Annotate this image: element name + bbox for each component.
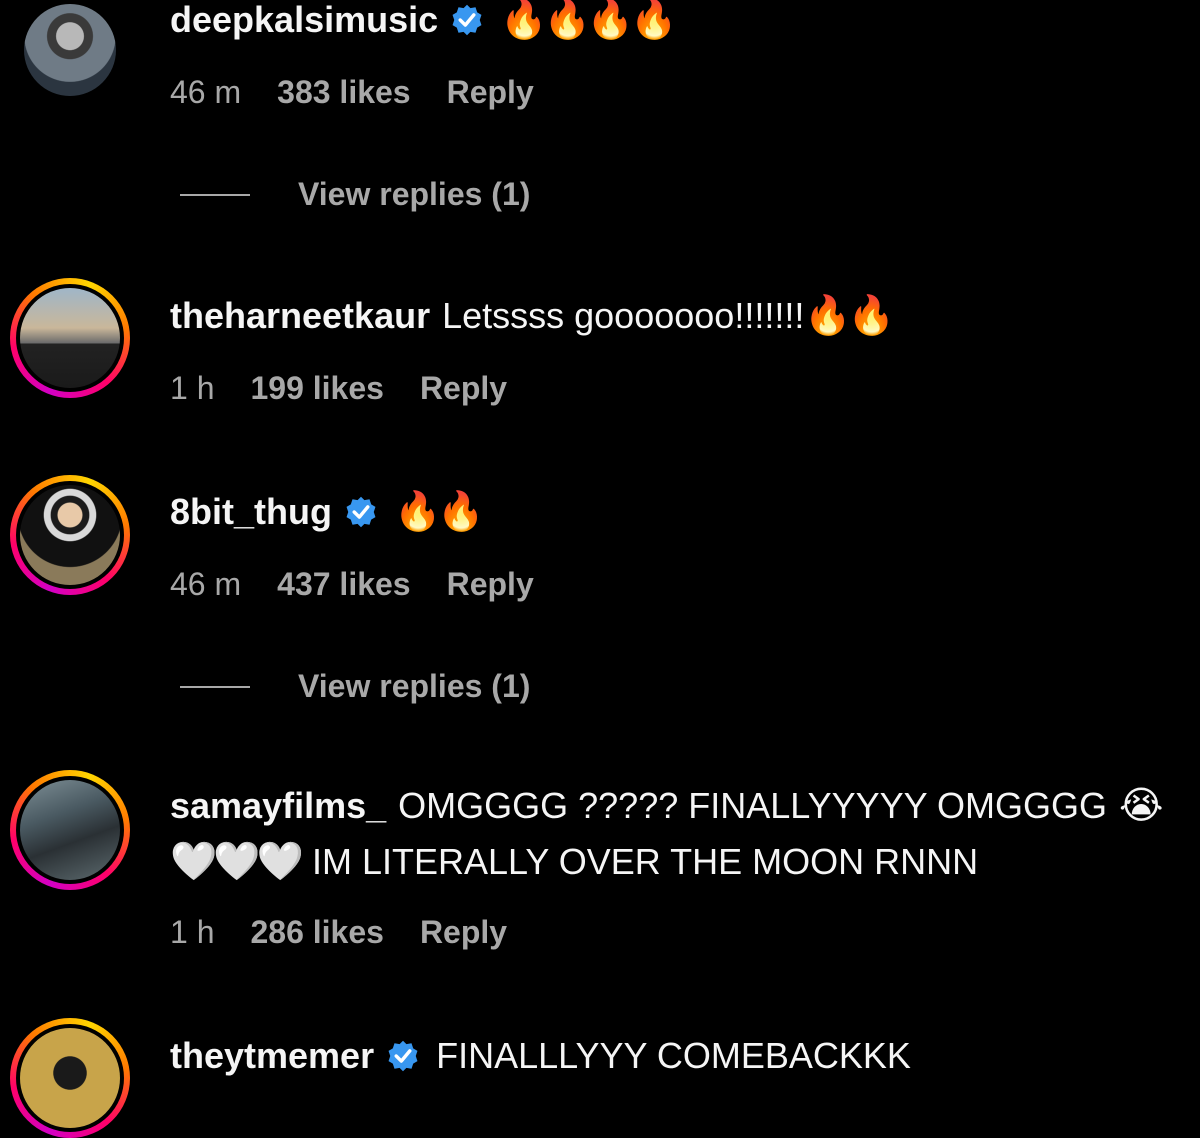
white-heart-emoji-icon: 🤍🤍🤍 [170,841,304,883]
likes-count[interactable]: 199 likes [250,370,383,407]
verified-badge-icon [346,496,376,528]
comment-time: 1 h [170,370,215,406]
view-replies-label: View replies (1) [298,176,531,212]
comment-username[interactable]: deepkalsimusic [170,0,438,42]
comment-text: OMGGGG ????? FINALLYYYYY OMGGGG [398,785,1108,826]
verified-badge-icon [388,1040,418,1072]
comment-username[interactable]: samayfilms_ [170,784,386,828]
view-replies-label: View replies (1) [298,668,531,704]
comment-time: 46 m [170,74,242,110]
likes-count[interactable]: 286 likes [250,914,383,951]
reply-button[interactable]: Reply [420,914,507,951]
comment-time: 46 m [170,566,242,602]
comment-username[interactable]: theharneetkaur [170,294,430,338]
likes-count[interactable]: 437 likes [277,566,410,603]
reply-button[interactable]: Reply [420,370,507,407]
view-replies-button[interactable]: View replies (1) [180,668,530,705]
comment-text: FINALLLYYY COMEBACKKK [436,1035,911,1076]
fire-emoji-icon: 🔥🔥 [804,295,895,337]
fire-emoji-icon: 🔥🔥 [393,491,485,533]
divider-line [180,193,250,196]
reply-button[interactable]: Reply [447,74,534,111]
comment-text-continued: IM LITERALLY OVER THE MOON RNNN [311,841,979,882]
comment-time: 1 h [170,914,215,950]
reply-button[interactable]: Reply [447,566,534,603]
avatar[interactable] [10,770,130,890]
comment-username[interactable]: theytmemer [170,1034,374,1078]
view-replies-button[interactable]: View replies (1) [180,176,530,213]
likes-count[interactable]: 383 likes [277,74,410,111]
comment-text: Letssss gooooooo!!!!!!! [442,295,805,336]
comment-username[interactable]: 8bit_thug [170,490,332,534]
avatar[interactable] [10,0,130,120]
divider-line [180,685,250,688]
avatar[interactable] [10,1018,130,1138]
avatar[interactable] [10,475,130,595]
avatar[interactable] [10,278,130,398]
crying-emoji-icon: 😭 [1119,785,1163,827]
fire-emoji-icon: 🔥🔥🔥🔥 [500,0,677,41]
verified-badge-icon [452,4,482,36]
